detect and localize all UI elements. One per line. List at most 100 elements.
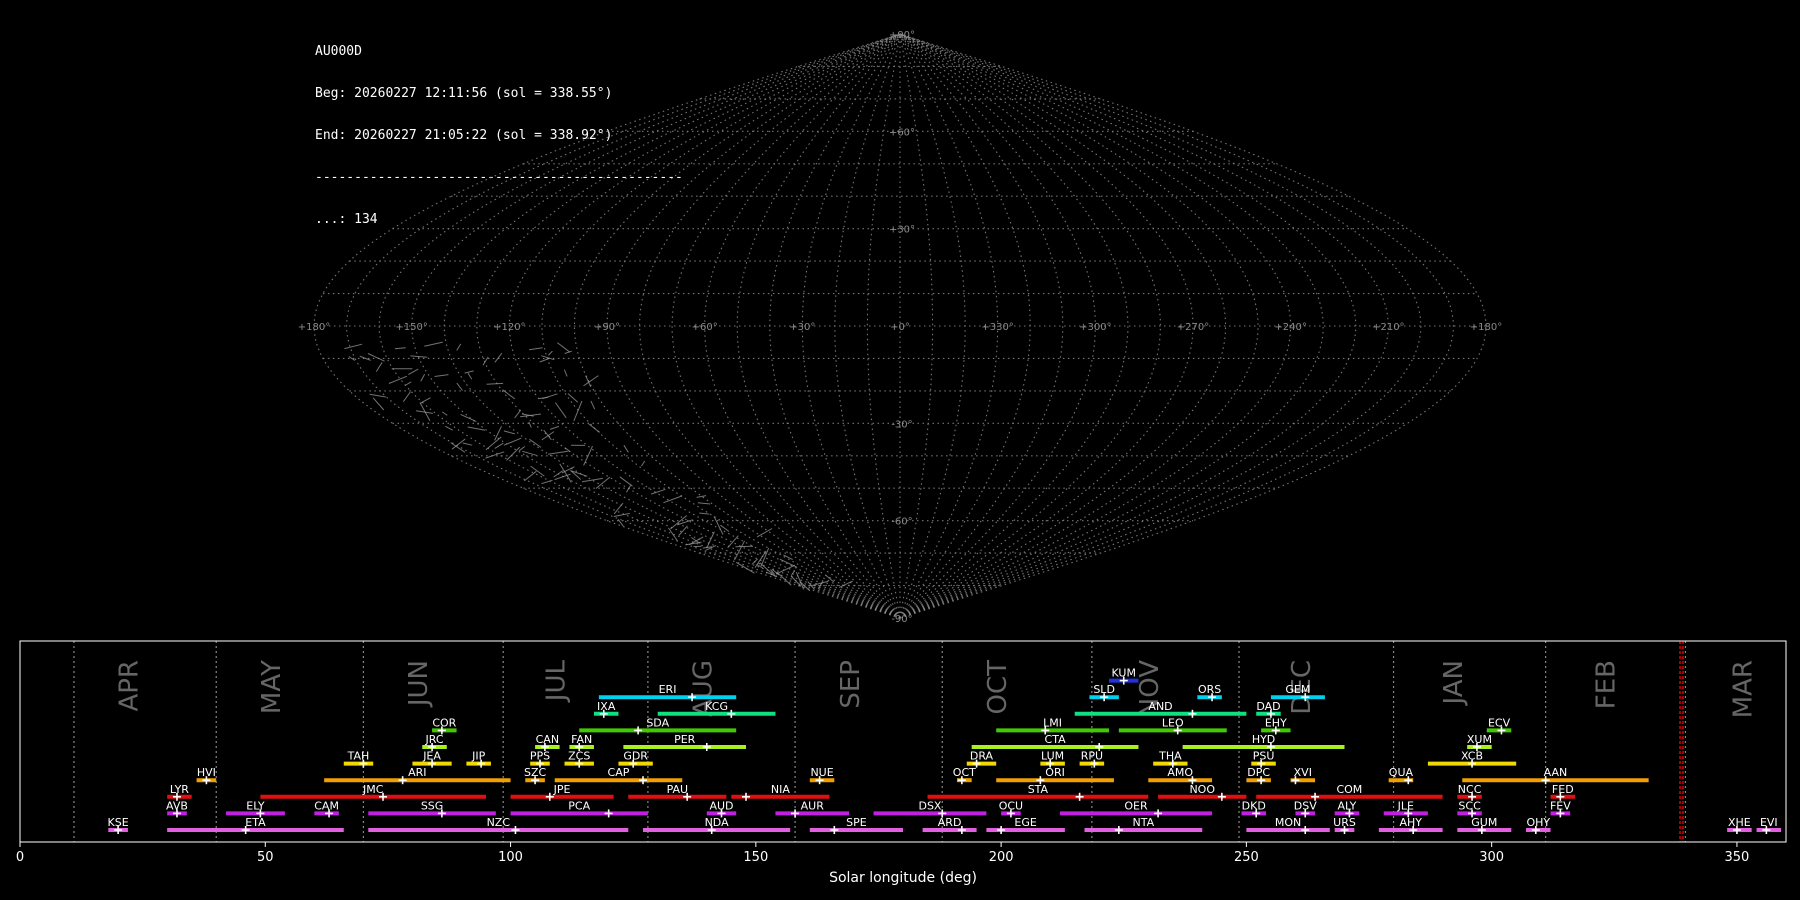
shower-label: CTA — [1045, 733, 1067, 746]
meteor-track — [467, 372, 473, 380]
shower-aur: AUR — [775, 799, 850, 818]
lon-tick-label: +240° — [1274, 322, 1306, 333]
meteor-track — [424, 341, 443, 347]
shower-label: RPU — [1081, 750, 1103, 763]
meteor-track — [825, 574, 835, 583]
shower-label: FED — [1552, 783, 1574, 796]
shower-pca: PCA — [510, 799, 648, 818]
shower-dad: DAD — [1256, 700, 1281, 718]
shower-evi: EVI — [1756, 816, 1782, 834]
shower-label: XVI — [1294, 766, 1312, 779]
shower-label: DKD — [1242, 799, 1266, 812]
shower-label: SDA — [646, 716, 669, 729]
meteor-track — [486, 382, 504, 385]
meridian-line — [606, 33, 901, 619]
meteor-track — [402, 391, 411, 402]
shower-label: LUM — [1041, 750, 1064, 763]
shower-fed: FED — [1550, 783, 1576, 801]
month-label: JUL — [542, 659, 572, 703]
shower-label: LMI — [1043, 716, 1062, 729]
meteor-track — [625, 485, 632, 493]
meridian-line — [736, 33, 901, 619]
shower-sld: SLD — [1089, 683, 1119, 702]
shower-label: NCC — [1458, 783, 1482, 796]
meteor-track — [408, 368, 419, 376]
shower-label: FEV — [1550, 799, 1571, 812]
shower-com: COM — [1256, 783, 1443, 801]
lat-tick-label: +30° — [889, 225, 915, 236]
shower-label: XHE — [1728, 816, 1751, 829]
meteor-track — [573, 400, 583, 422]
sky-tick-labels: +180° +150° +120° +90° +60° +30° +0° +330° +300°… — [298, 30, 1502, 625]
shower-label: FAN — [571, 733, 592, 746]
meteor-track — [464, 370, 474, 374]
shower-kse: KSE — [108, 816, 129, 834]
shower-label: ALY — [1337, 799, 1356, 812]
meteor-track — [790, 570, 796, 576]
lat-tick-label: -60° — [891, 517, 912, 528]
month-label: FEB — [1591, 660, 1621, 709]
meteor-track — [502, 389, 516, 400]
shower-hyd: HYD — [1182, 733, 1345, 751]
x-tick-label: 300 — [1479, 850, 1504, 865]
shower-xvi: XVI — [1290, 766, 1316, 785]
month-label: SEP — [836, 660, 866, 709]
shower-label: XCB — [1461, 750, 1483, 763]
shower-dpc: DPC — [1246, 766, 1271, 785]
lon-tick-label: +270° — [1177, 322, 1209, 333]
shower-xhe: XHE — [1727, 816, 1752, 834]
shower-label: EHY — [1265, 716, 1287, 729]
shower-label: AAN — [1544, 766, 1568, 779]
x-tick-label: 250 — [1234, 850, 1259, 865]
shower-jea: JEA — [412, 750, 452, 768]
shower-lyr: LYR — [167, 783, 192, 801]
shower-label: KSE — [108, 816, 129, 829]
shower-label: IXA — [597, 700, 616, 713]
shower-label: THA — [1158, 750, 1182, 763]
meteor-track — [590, 400, 596, 410]
shower-label: STA — [1028, 783, 1049, 796]
month-labels: APR MAY JUN JUL AUG SEP OCT NOV DEC JAN FEB MAR — [115, 659, 1759, 718]
meteor-track — [388, 375, 408, 384]
shower-hvi: HVI — [196, 766, 217, 785]
shower-timeline-chart: APR MAY JUN JUL AUG SEP OCT NOV DEC JAN FEB MARKUME… — [16, 640, 1787, 886]
meteor-track — [619, 476, 633, 487]
shower-label: GDR — [623, 750, 648, 763]
shower-jmc: JMC — [260, 783, 487, 801]
meteor-track — [583, 375, 599, 387]
shower-label: GUM — [1471, 816, 1497, 829]
shower-szc: SZC — [524, 766, 546, 785]
meteor-track — [518, 446, 526, 452]
meteor-track — [456, 382, 463, 391]
meteor-track — [394, 347, 406, 350]
meteor-track — [838, 580, 854, 588]
meteor-track — [623, 444, 629, 453]
shower-label: AVB — [166, 799, 188, 812]
shower-label: AUD — [709, 799, 733, 812]
shower-aan: AAN — [1462, 766, 1649, 785]
shower-per: PER — [623, 733, 747, 751]
x-axis-label: Solar longitude (deg) — [829, 870, 977, 886]
shower-ely: ELY — [226, 799, 285, 818]
shower-label: HYD — [1252, 733, 1275, 746]
shower-label: SPE — [846, 816, 867, 829]
month-label: OCT — [983, 660, 1013, 715]
shower-label: NZC — [487, 816, 511, 829]
meteor-track — [678, 525, 688, 536]
shower-jpe: JPE — [510, 783, 614, 801]
shower-ncc: NCC — [1457, 783, 1482, 801]
shower-kum: KUM — [1109, 667, 1139, 685]
shower-dsv: DSV — [1294, 799, 1317, 818]
shower-label: MON — [1275, 816, 1301, 829]
shower-ehy: EHY — [1261, 716, 1291, 735]
meteor-track — [650, 488, 666, 495]
shower-nta: NTA — [1084, 816, 1203, 834]
meteor-track — [445, 425, 454, 431]
shower-aud: AUD — [706, 799, 737, 818]
shower-sda: SDA — [579, 716, 737, 735]
shower-label: ZCS — [568, 750, 590, 763]
meteor-track — [641, 460, 646, 467]
shower-dra: DRA — [966, 750, 997, 768]
shower-fev: FEV — [1550, 799, 1571, 818]
month-label: MAY — [257, 660, 287, 714]
